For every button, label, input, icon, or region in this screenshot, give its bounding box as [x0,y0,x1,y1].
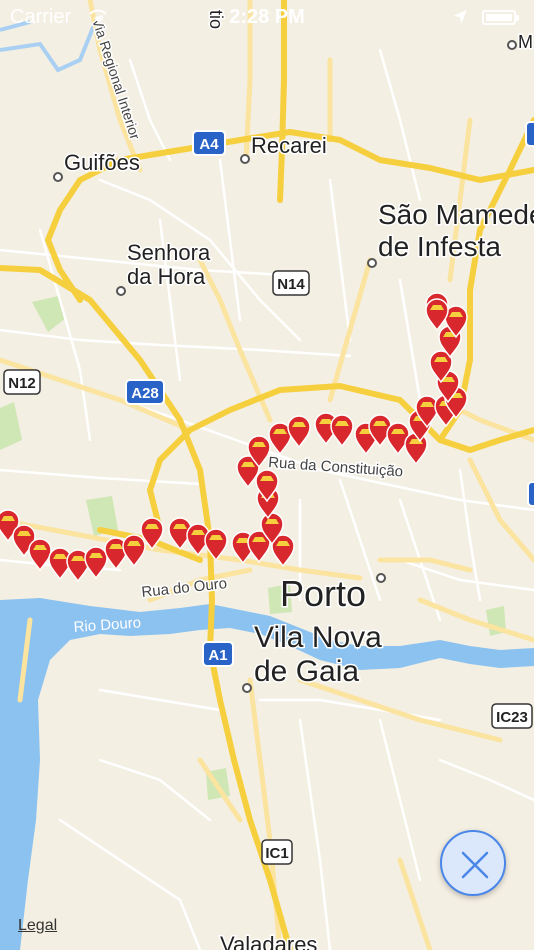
place-label-porto: Porto [280,573,366,614]
place-label-senhora: Senhora [127,240,211,265]
close-button[interactable] [440,830,506,896]
shield-n14: N14 [272,270,310,296]
shield-ic1: IC1 [261,839,293,865]
shield-n12: N12 [3,369,41,395]
place-label-valadares: Valadares [220,932,317,950]
legal-link[interactable]: Legal [18,917,57,935]
svg-text:A28: A28 [131,385,159,402]
status-bar: Carrier 2:28 PM [0,0,534,34]
place-label-recarei: Recarei [251,133,327,158]
place-label-da-hora: da Hora [127,264,206,289]
shield-a4: A4 [192,130,226,156]
svg-text:N12: N12 [8,375,36,392]
shield-partial-right-top [525,121,534,147]
battery-icon [482,10,519,25]
svg-text:IC23: IC23 [496,709,528,726]
map-view[interactable]: Guifões Recarei São Mamede de Infesta Se… [0,0,534,950]
shield-partial-right-mid [527,481,534,507]
svg-text:A4: A4 [199,136,219,153]
place-label-vila-nova: Vila Nova [254,621,382,654]
svg-text:A1: A1 [208,647,227,664]
svg-text:IC1: IC1 [265,845,288,862]
shield-ic23: IC23 [491,703,533,729]
place-label-m-partial: M [518,32,533,52]
shield-a1: A1 [202,641,234,667]
close-icon [461,851,489,879]
place-label-sao-mamede: São Mamede [378,199,534,230]
shield-a28: A28 [125,379,165,405]
place-label-de-gaia: de Gaia [254,655,359,688]
place-label-de-infesta: de Infesta [378,231,501,262]
location-arrow-icon [452,8,468,31]
place-label-guifoes: Guifões [64,150,140,175]
svg-text:N14: N14 [277,276,305,293]
